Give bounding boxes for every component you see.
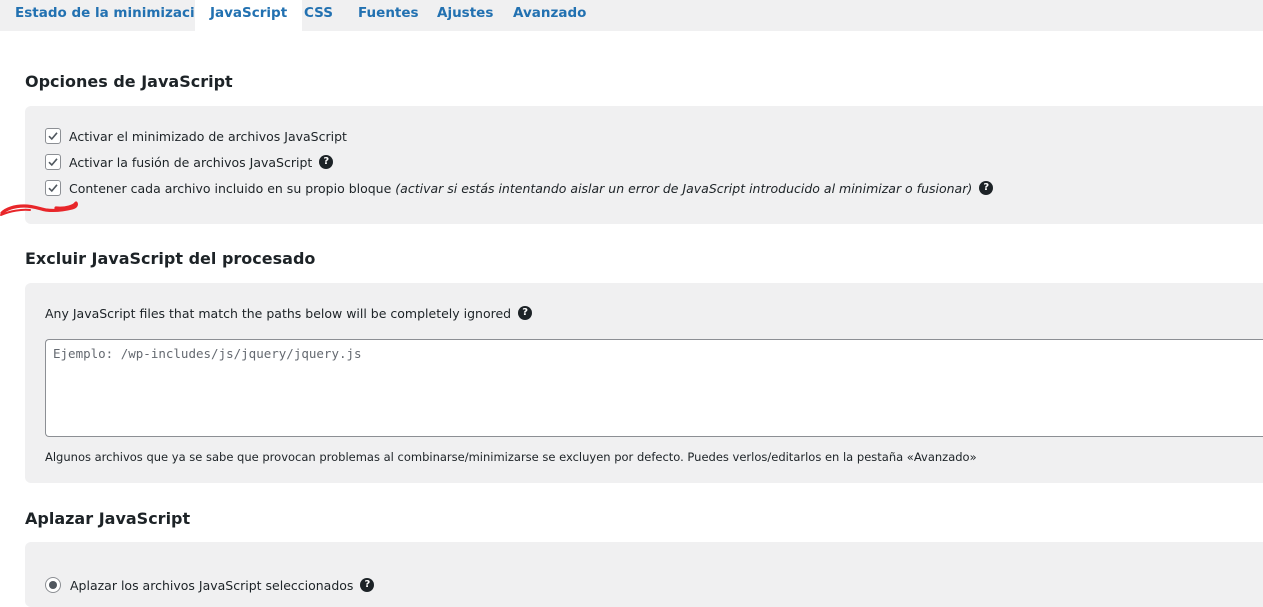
tab-css[interactable]: CSS bbox=[304, 0, 333, 31]
wrap-js-note: (activar si estás intentando aislar un e… bbox=[395, 180, 973, 196]
exclude-js-description: Any JavaScript files that match the path… bbox=[45, 304, 533, 322]
help-icon[interactable]: ? bbox=[979, 181, 994, 195]
tab-javascript[interactable]: JavaScript bbox=[195, 0, 303, 31]
exclude-js-textarea[interactable] bbox=[45, 339, 1263, 437]
checkmark-icon bbox=[48, 132, 58, 141]
wrap-js-label: Contener cada archivo incluido en su pro… bbox=[69, 180, 392, 196]
exclude-js-description-text: Any JavaScript files that match the path… bbox=[45, 305, 512, 321]
tab-fuentes[interactable]: Fuentes bbox=[358, 0, 419, 31]
settings-page: Estado de la minimización JavaScript CSS… bbox=[0, 0, 1263, 607]
exclude-js-title: Excluir JavaScript del procesado bbox=[25, 249, 316, 268]
checkmark-icon bbox=[48, 158, 58, 167]
defer-js-label: Aplazar los archivos JavaScript seleccio… bbox=[70, 577, 354, 593]
merge-js-label: Activar la fusión de archivos JavaScript bbox=[69, 154, 313, 170]
defer-js-radio[interactable] bbox=[45, 577, 61, 593]
help-icon[interactable]: ? bbox=[518, 306, 533, 320]
option-wrap-js[interactable]: Contener cada archivo incluido en su pro… bbox=[45, 179, 994, 197]
option-defer-js[interactable]: Aplazar los archivos JavaScript seleccio… bbox=[45, 576, 375, 594]
tab-bar-inner: Estado de la minimización JavaScript CSS… bbox=[3, 0, 1263, 31]
tab-avanzado[interactable]: Avanzado bbox=[513, 0, 586, 31]
option-minify-js[interactable]: Activar el minimizado de archivos JavaSc… bbox=[45, 127, 347, 145]
help-icon[interactable]: ? bbox=[319, 155, 334, 169]
exclude-js-footnote: Algunos archivos que ya se sabe que prov… bbox=[45, 450, 977, 464]
help-icon[interactable]: ? bbox=[360, 578, 375, 592]
defer-js-title: Aplazar JavaScript bbox=[25, 509, 191, 528]
radio-selected-dot bbox=[49, 581, 57, 589]
tab-estado-minimizacion[interactable]: Estado de la minimización bbox=[15, 0, 214, 31]
tab-ajustes[interactable]: Ajustes bbox=[437, 0, 493, 31]
js-options-title: Opciones de JavaScript bbox=[25, 72, 233, 91]
defer-js-panel bbox=[25, 542, 1263, 607]
merge-js-checkbox[interactable] bbox=[45, 154, 61, 170]
minify-js-checkbox[interactable] bbox=[45, 128, 61, 144]
red-annotation-mark bbox=[0, 201, 78, 216]
option-merge-js[interactable]: Activar la fusión de archivos JavaScript… bbox=[45, 153, 334, 171]
tab-bar: Estado de la minimización JavaScript CSS… bbox=[0, 0, 1263, 31]
minify-js-label: Activar el minimizado de archivos JavaSc… bbox=[69, 128, 347, 144]
